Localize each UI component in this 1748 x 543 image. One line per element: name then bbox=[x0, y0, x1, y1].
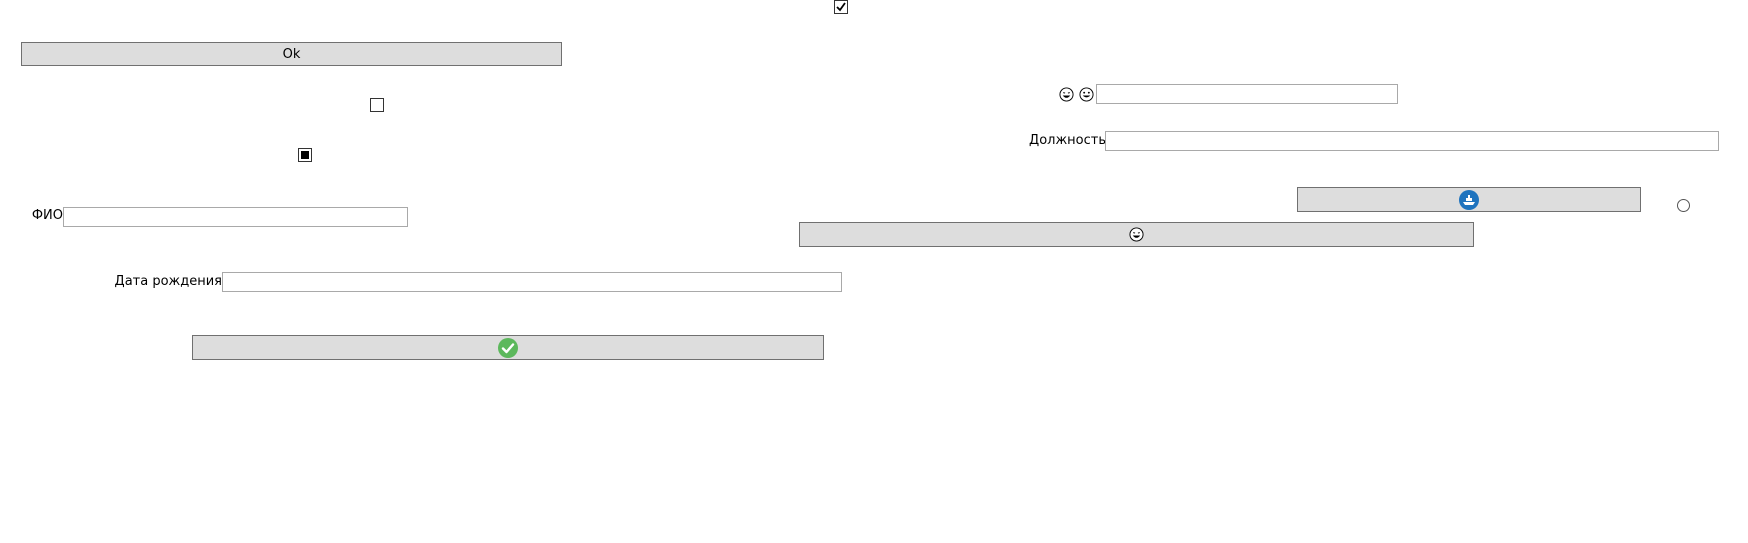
emoji-input[interactable] bbox=[1096, 84, 1398, 104]
emoji-grin-icon-wrap bbox=[1079, 87, 1095, 103]
position-input[interactable] bbox=[1105, 131, 1719, 151]
laugh-button[interactable] bbox=[799, 222, 1474, 247]
grinning-face-icon bbox=[1079, 87, 1094, 102]
checkmark-icon bbox=[836, 2, 846, 12]
indeterminate-checkbox[interactable] bbox=[298, 148, 312, 162]
laughing-face-icon bbox=[1059, 87, 1074, 102]
ship-icon bbox=[1459, 189, 1479, 210]
birth-date-input[interactable] bbox=[222, 272, 842, 292]
ok-button[interactable]: Ok bbox=[21, 42, 562, 66]
fio-input[interactable] bbox=[63, 207, 408, 227]
unchecked-checkbox[interactable] bbox=[370, 98, 384, 112]
check-circle-icon bbox=[498, 337, 518, 358]
ship-button[interactable] bbox=[1297, 187, 1641, 212]
confirm-button[interactable] bbox=[192, 335, 824, 360]
birth-date-label: Дата рождения bbox=[114, 274, 222, 289]
fio-label: ФИО bbox=[31, 208, 63, 223]
top-checkbox[interactable] bbox=[834, 0, 848, 14]
laughing-face-icon bbox=[1129, 227, 1144, 242]
radio-button[interactable] bbox=[1677, 199, 1690, 212]
indeterminate-mark bbox=[301, 151, 309, 159]
emoji-laugh-icon-wrap bbox=[1059, 87, 1075, 103]
position-label: Должность bbox=[1029, 133, 1106, 148]
